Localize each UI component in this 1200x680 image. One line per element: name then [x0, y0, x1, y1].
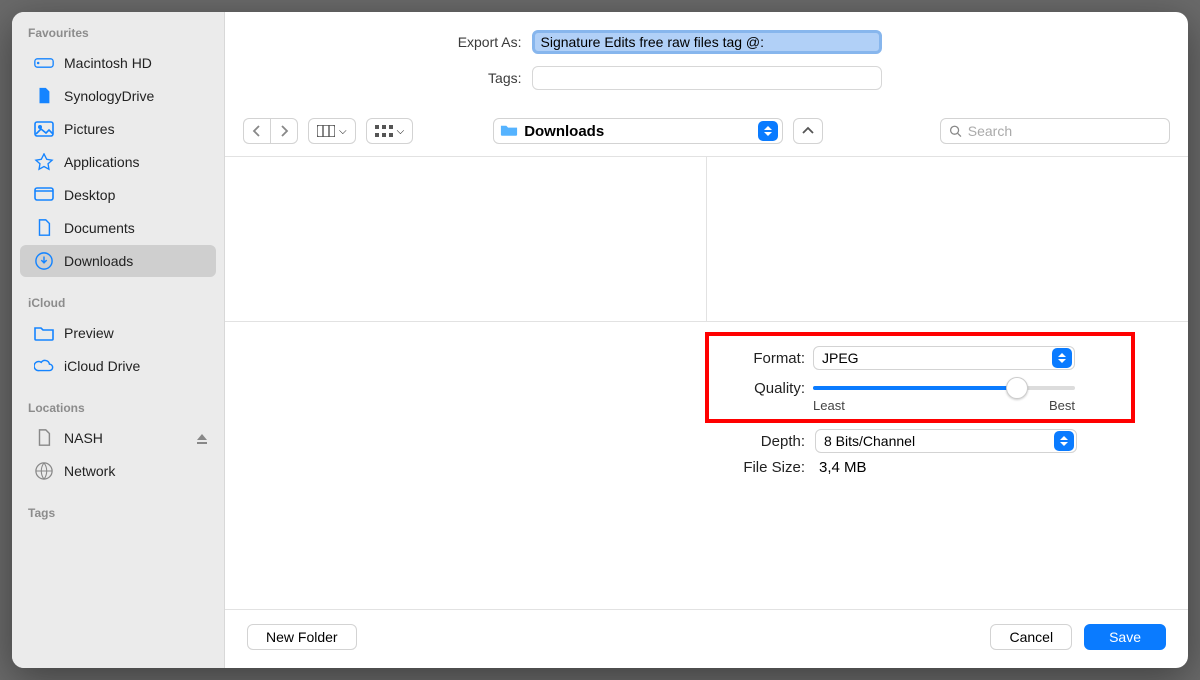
sidebar-item-label: Applications	[64, 154, 140, 170]
stepper-icon	[1052, 348, 1072, 368]
export-as-label: Export As:	[232, 34, 532, 50]
format-popup[interactable]: JPEG	[813, 346, 1075, 370]
sidebar-item-label: NASH	[64, 430, 103, 446]
sidebar-item-label: Pictures	[64, 121, 115, 137]
sidebar-item-macintosh-hd[interactable]: Macintosh HD	[20, 47, 216, 79]
harddrive-icon	[34, 54, 54, 72]
depth-popup[interactable]: 8 Bits/Channel	[815, 429, 1077, 453]
document-icon	[34, 87, 54, 105]
sidebar-item-preview[interactable]: Preview	[20, 317, 216, 349]
sidebar-item-label: Desktop	[64, 187, 115, 203]
filesize-label: File Size:	[225, 459, 805, 476]
back-button[interactable]	[243, 118, 270, 144]
sidebar-item-downloads[interactable]: Downloads	[20, 245, 216, 277]
network-icon	[34, 462, 54, 480]
export-dialog: Favourites Macintosh HD SynologyDrive Pi…	[12, 12, 1188, 668]
sidebar-item-pictures[interactable]: Pictures	[20, 113, 216, 145]
file-browser[interactable]	[225, 157, 1188, 322]
desktop-icon	[34, 186, 54, 204]
sidebar: Favourites Macintosh HD SynologyDrive Pi…	[12, 12, 225, 668]
toolbar: ⌵ ⌵ Downloads	[225, 112, 1188, 157]
browser-column-2[interactable]	[707, 157, 1188, 321]
sidebar-item-network[interactable]: Network	[20, 455, 216, 487]
eject-icon[interactable]	[196, 432, 208, 444]
sidebar-item-label: SynologyDrive	[64, 88, 154, 104]
stepper-icon	[758, 121, 778, 141]
sidebar-item-desktop[interactable]: Desktop	[20, 179, 216, 211]
new-folder-button[interactable]: New Folder	[247, 624, 357, 650]
filesize-value: 3,4 MB	[819, 459, 867, 476]
cancel-button[interactable]: Cancel	[990, 624, 1072, 650]
quality-scale: Least Best	[813, 398, 1075, 413]
quality-least: Least	[813, 398, 845, 413]
section-icloud: iCloud	[12, 292, 224, 316]
highlighted-box: Format: JPEG Quality: Least Best	[705, 332, 1135, 423]
drive-icon	[34, 429, 54, 447]
format-value: JPEG	[822, 350, 859, 366]
chevron-down-icon: ⌵	[339, 126, 347, 137]
save-button[interactable]: Save	[1084, 624, 1166, 650]
sidebar-item-label: iCloud Drive	[64, 358, 140, 374]
cloud-icon	[34, 357, 54, 375]
search-input[interactable]	[968, 123, 1161, 139]
forward-button[interactable]	[270, 118, 298, 144]
format-label: Format:	[721, 350, 805, 367]
stepper-icon	[1054, 431, 1074, 451]
tags-label: Tags:	[232, 70, 532, 86]
sidebar-item-label: Network	[64, 463, 115, 479]
main-panel: Export As: Tags: ⌵ ⌵	[225, 12, 1188, 668]
sidebar-item-synologydrive[interactable]: SynologyDrive	[20, 80, 216, 112]
downloads-icon	[34, 252, 54, 270]
view-grid-button[interactable]: ⌵	[366, 118, 414, 144]
documents-icon	[34, 219, 54, 237]
depth-value: 8 Bits/Channel	[824, 433, 915, 449]
collapse-button[interactable]	[793, 118, 823, 144]
nav-back-forward	[243, 118, 298, 144]
search-box[interactable]	[940, 118, 1170, 144]
view-columns-button[interactable]: ⌵	[308, 118, 356, 144]
sidebar-item-applications[interactable]: Applications	[20, 146, 216, 178]
export-as-input[interactable]	[532, 30, 882, 54]
section-locations: Locations	[12, 397, 224, 421]
folder-popup-label: Downloads	[524, 123, 604, 140]
quality-slider[interactable]	[813, 378, 1075, 398]
pictures-icon	[34, 120, 54, 138]
sidebar-item-label: Documents	[64, 220, 135, 236]
section-tags: Tags	[12, 502, 224, 526]
sidebar-item-label: Macintosh HD	[64, 55, 152, 71]
export-options: Format: JPEG Quality: Least Best	[225, 322, 1188, 609]
section-favourites: Favourites	[12, 22, 224, 46]
search-icon	[949, 124, 962, 138]
applications-icon	[34, 153, 54, 171]
quality-label: Quality:	[721, 380, 805, 397]
folder-icon	[34, 324, 54, 342]
chevron-down-icon: ⌵	[397, 126, 405, 137]
sidebar-item-icloud-drive[interactable]: iCloud Drive	[20, 350, 216, 382]
browser-column-1[interactable]	[225, 157, 707, 321]
sidebar-item-nash[interactable]: NASH	[20, 422, 216, 454]
header: Export As: Tags:	[225, 12, 1188, 112]
sidebar-item-label: Preview	[64, 325, 114, 341]
folder-icon	[500, 124, 518, 138]
tags-input[interactable]	[532, 66, 882, 90]
depth-label: Depth:	[225, 433, 805, 450]
sidebar-item-documents[interactable]: Documents	[20, 212, 216, 244]
quality-best: Best	[1049, 398, 1075, 413]
sidebar-item-label: Downloads	[64, 253, 133, 269]
footer: New Folder Cancel Save	[225, 609, 1188, 668]
folder-popup[interactable]: Downloads	[493, 118, 783, 144]
